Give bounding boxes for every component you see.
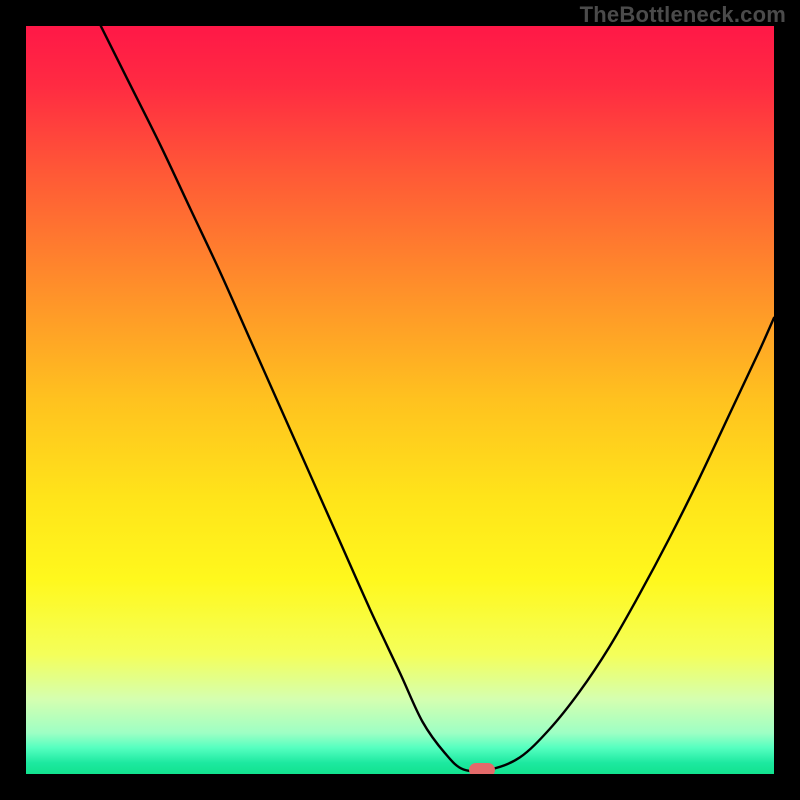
watermark-text: TheBottleneck.com bbox=[580, 2, 786, 28]
bottleneck-curve bbox=[26, 26, 774, 774]
chart-frame: TheBottleneck.com bbox=[0, 0, 800, 800]
optimal-marker bbox=[469, 763, 495, 775]
plot-area bbox=[26, 26, 774, 774]
